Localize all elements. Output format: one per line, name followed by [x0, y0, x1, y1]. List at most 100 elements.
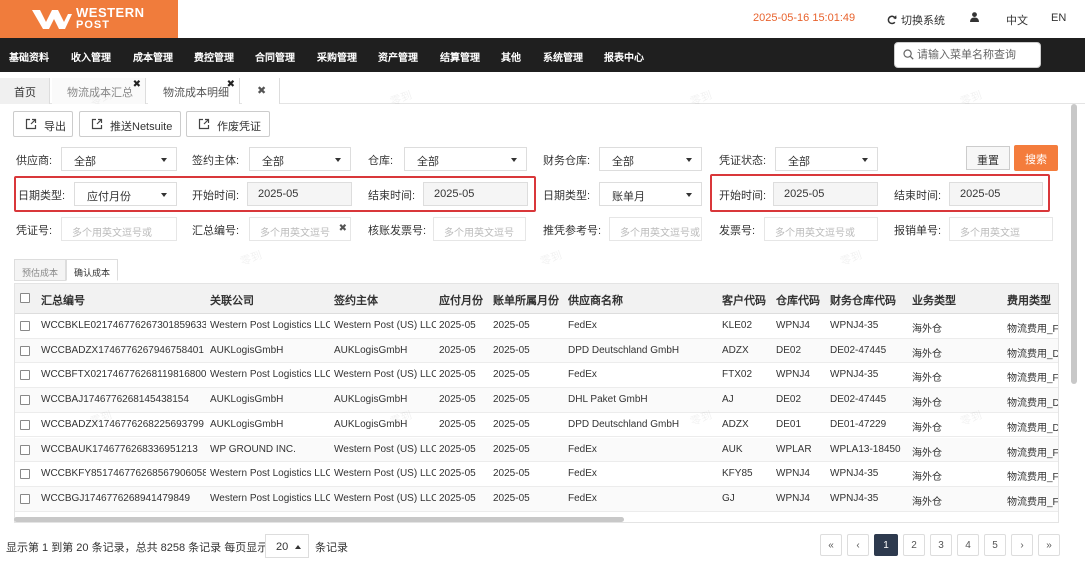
- col-fin-warehouse-code[interactable]: 财务仓库代码: [830, 292, 896, 308]
- cell-customer-code: AUK: [722, 443, 743, 455]
- expense-no-input[interactable]: 多个用英文逗: [949, 217, 1053, 241]
- row-checkbox[interactable]: [20, 444, 30, 455]
- user-icon[interactable]: [970, 12, 979, 25]
- col-related-company[interactable]: 关联公司: [210, 292, 254, 308]
- push-netsuite-button[interactable]: 推送Netsuite: [79, 111, 181, 137]
- menu-search-box[interactable]: [894, 42, 1041, 68]
- table-row[interactable]: WCCBFTX0217467762681198168​00 Western Pos…: [15, 363, 1058, 389]
- lang-en-button[interactable]: EN: [1051, 12, 1066, 24]
- col-summary-no[interactable]: 汇总编号: [41, 292, 85, 308]
- select-all-checkbox[interactable]: [20, 293, 30, 303]
- date-type2-select[interactable]: 账单月: [599, 182, 702, 206]
- menu-item-asset[interactable]: 资产管理: [378, 49, 418, 64]
- tab-home[interactable]: 首页: [0, 78, 50, 104]
- table-row[interactable]: WCCBAJ1746776268145438154 AUKLogisGmbH AUK…: [15, 388, 1058, 413]
- menu-search-input[interactable]: [917, 47, 1037, 63]
- tab-confirmed-cost[interactable]: 确认成本: [66, 259, 118, 281]
- voucher-status-select[interactable]: 全部: [775, 147, 878, 171]
- col-customer-code[interactable]: 客户代码: [722, 292, 766, 308]
- table-row[interactable]: WCCBADZX1746776267946758401 AUKLogisGmbH A…: [15, 338, 1058, 364]
- cell-payable-month: 2025-05: [439, 369, 476, 381]
- menu-item-other[interactable]: 其他: [501, 49, 521, 64]
- export-button[interactable]: 导出: [13, 111, 73, 137]
- page-2-button[interactable]: 2: [903, 534, 925, 556]
- menu-item-purchase[interactable]: 采购管理: [317, 49, 357, 64]
- row-checkbox[interactable]: [20, 395, 30, 406]
- row-checkbox[interactable]: [20, 370, 30, 381]
- voucher-no-input[interactable]: 多个用英文逗号或: [61, 217, 177, 241]
- horizontal-scrollbar[interactable]: [14, 517, 624, 522]
- table-row[interactable]: WCCBKFY8517467762685679060​58 Western Pos…: [15, 462, 1058, 487]
- page-4-button[interactable]: 4: [957, 534, 979, 556]
- tab-logistics-cost-detail[interactable]: 物流成本明细 ✖: [148, 78, 240, 104]
- row-checkbox[interactable]: [20, 493, 30, 504]
- caret-down-icon: [686, 193, 692, 197]
- col-supplier-name[interactable]: 供应商名称: [568, 292, 623, 308]
- vertical-scrollbar[interactable]: [1071, 104, 1077, 384]
- row-checkbox[interactable]: [20, 469, 30, 480]
- menu-item-reports[interactable]: 报表中心: [604, 49, 644, 64]
- lang-zh-button[interactable]: 中文: [1006, 12, 1028, 28]
- cell-fin-warehouse-code: WPNJ4-35: [830, 369, 879, 381]
- tab-estimated-cost[interactable]: 预估成本: [14, 259, 66, 281]
- table-row[interactable]: WCCBADZX1746776268225693799 AUKLogisGmbH A…: [15, 413, 1058, 438]
- warehouse-value: 全部: [417, 156, 439, 168]
- col-payable-month[interactable]: 应付月份: [439, 292, 483, 308]
- invoice-input[interactable]: 多个用英文逗号或: [764, 217, 878, 241]
- menu-item-system[interactable]: 系统管理: [543, 49, 583, 64]
- col-signing-entity[interactable]: 签约主体: [334, 292, 378, 308]
- invoice-label: 发票号:: [719, 225, 756, 237]
- tab-logistics-cost-summary[interactable]: 物流成本汇总 ✖: [52, 78, 146, 104]
- supplier-select[interactable]: 全部: [61, 147, 177, 171]
- search-button[interactable]: 搜索: [1014, 145, 1058, 171]
- next-page-button[interactable]: ›: [1011, 534, 1033, 556]
- invoice-check-input[interactable]: 多个用英文逗号: [433, 217, 526, 241]
- menu-item-income[interactable]: 收入管理: [71, 49, 111, 64]
- row-checkbox[interactable]: [20, 345, 30, 356]
- close-icon[interactable]: ✖: [133, 79, 141, 90]
- push-ref-input[interactable]: 多个用英文逗号或: [609, 217, 702, 241]
- last-page-button[interactable]: »: [1038, 534, 1060, 556]
- row-checkbox[interactable]: [20, 321, 30, 331]
- menu-item-expense-control[interactable]: 费控管理: [194, 49, 234, 64]
- export-icon: [198, 118, 210, 130]
- menu-item-basic-data[interactable]: 基础资料: [9, 49, 49, 64]
- switch-system-button[interactable]: 切换系统: [887, 12, 945, 28]
- summary-no-input[interactable]: 多个用英文逗号 ✖: [249, 217, 351, 241]
- cell-bill-month: 2025-05: [493, 344, 530, 356]
- cell-supplier-name: FedEx: [568, 320, 597, 331]
- entity-select[interactable]: 全部: [249, 147, 351, 171]
- col-business-type[interactable]: 业务类型: [912, 292, 956, 308]
- menu-item-settlement[interactable]: 结算管理: [440, 49, 480, 64]
- page-5-button[interactable]: 5: [984, 534, 1006, 556]
- fin-warehouse-select[interactable]: 全部: [599, 147, 702, 171]
- warehouse-select[interactable]: 全部: [404, 147, 527, 171]
- close-icon[interactable]: ✖: [227, 79, 235, 90]
- page-1-button[interactable]: 1: [874, 534, 898, 556]
- clear-icon[interactable]: ✖: [339, 223, 347, 234]
- col-warehouse-code[interactable]: 仓库代码: [776, 292, 820, 308]
- page-3-button[interactable]: 3: [930, 534, 952, 556]
- col-fee-type[interactable]: 费用类型: [1007, 292, 1051, 308]
- table-row[interactable]: WCCBKLE0217467762673018596​33 Western Pos…: [15, 314, 1058, 339]
- row-checkbox[interactable]: [20, 419, 30, 430]
- menu-item-cost[interactable]: 成本管理: [133, 49, 173, 64]
- page-size-select[interactable]: 20: [265, 534, 309, 558]
- first-page-button[interactable]: «: [820, 534, 842, 556]
- void-voucher-button[interactable]: 作废凭证: [186, 111, 270, 137]
- prev-page-button[interactable]: ‹: [847, 534, 869, 556]
- refresh-icon: [887, 15, 897, 25]
- cell-payable-month: 2025-05: [439, 320, 476, 331]
- brand-logo[interactable]: WESTERN POST: [0, 0, 178, 38]
- entity-value: 全部: [262, 156, 284, 168]
- menu-item-contract[interactable]: 合同管理: [255, 49, 295, 64]
- table-row[interactable]: WCCBGJ1746776268941479849 Western Post Lo…: [15, 486, 1058, 512]
- table-row[interactable]: WCCBAUK1746776268336951213 WP GROUND INC.…: [15, 437, 1058, 463]
- page-size-value: 20: [276, 541, 289, 553]
- export-label: 导出: [44, 121, 66, 133]
- cell-summary-no: WCCBKFY8517467762685679060​58: [41, 468, 206, 480]
- reset-button[interactable]: 重置: [966, 146, 1010, 170]
- cell-related-company: AUKLogisGmbH: [210, 394, 284, 406]
- close-all-tabs-button[interactable]: ✖: [242, 78, 280, 104]
- col-bill-month[interactable]: 账单所属月份: [493, 292, 559, 308]
